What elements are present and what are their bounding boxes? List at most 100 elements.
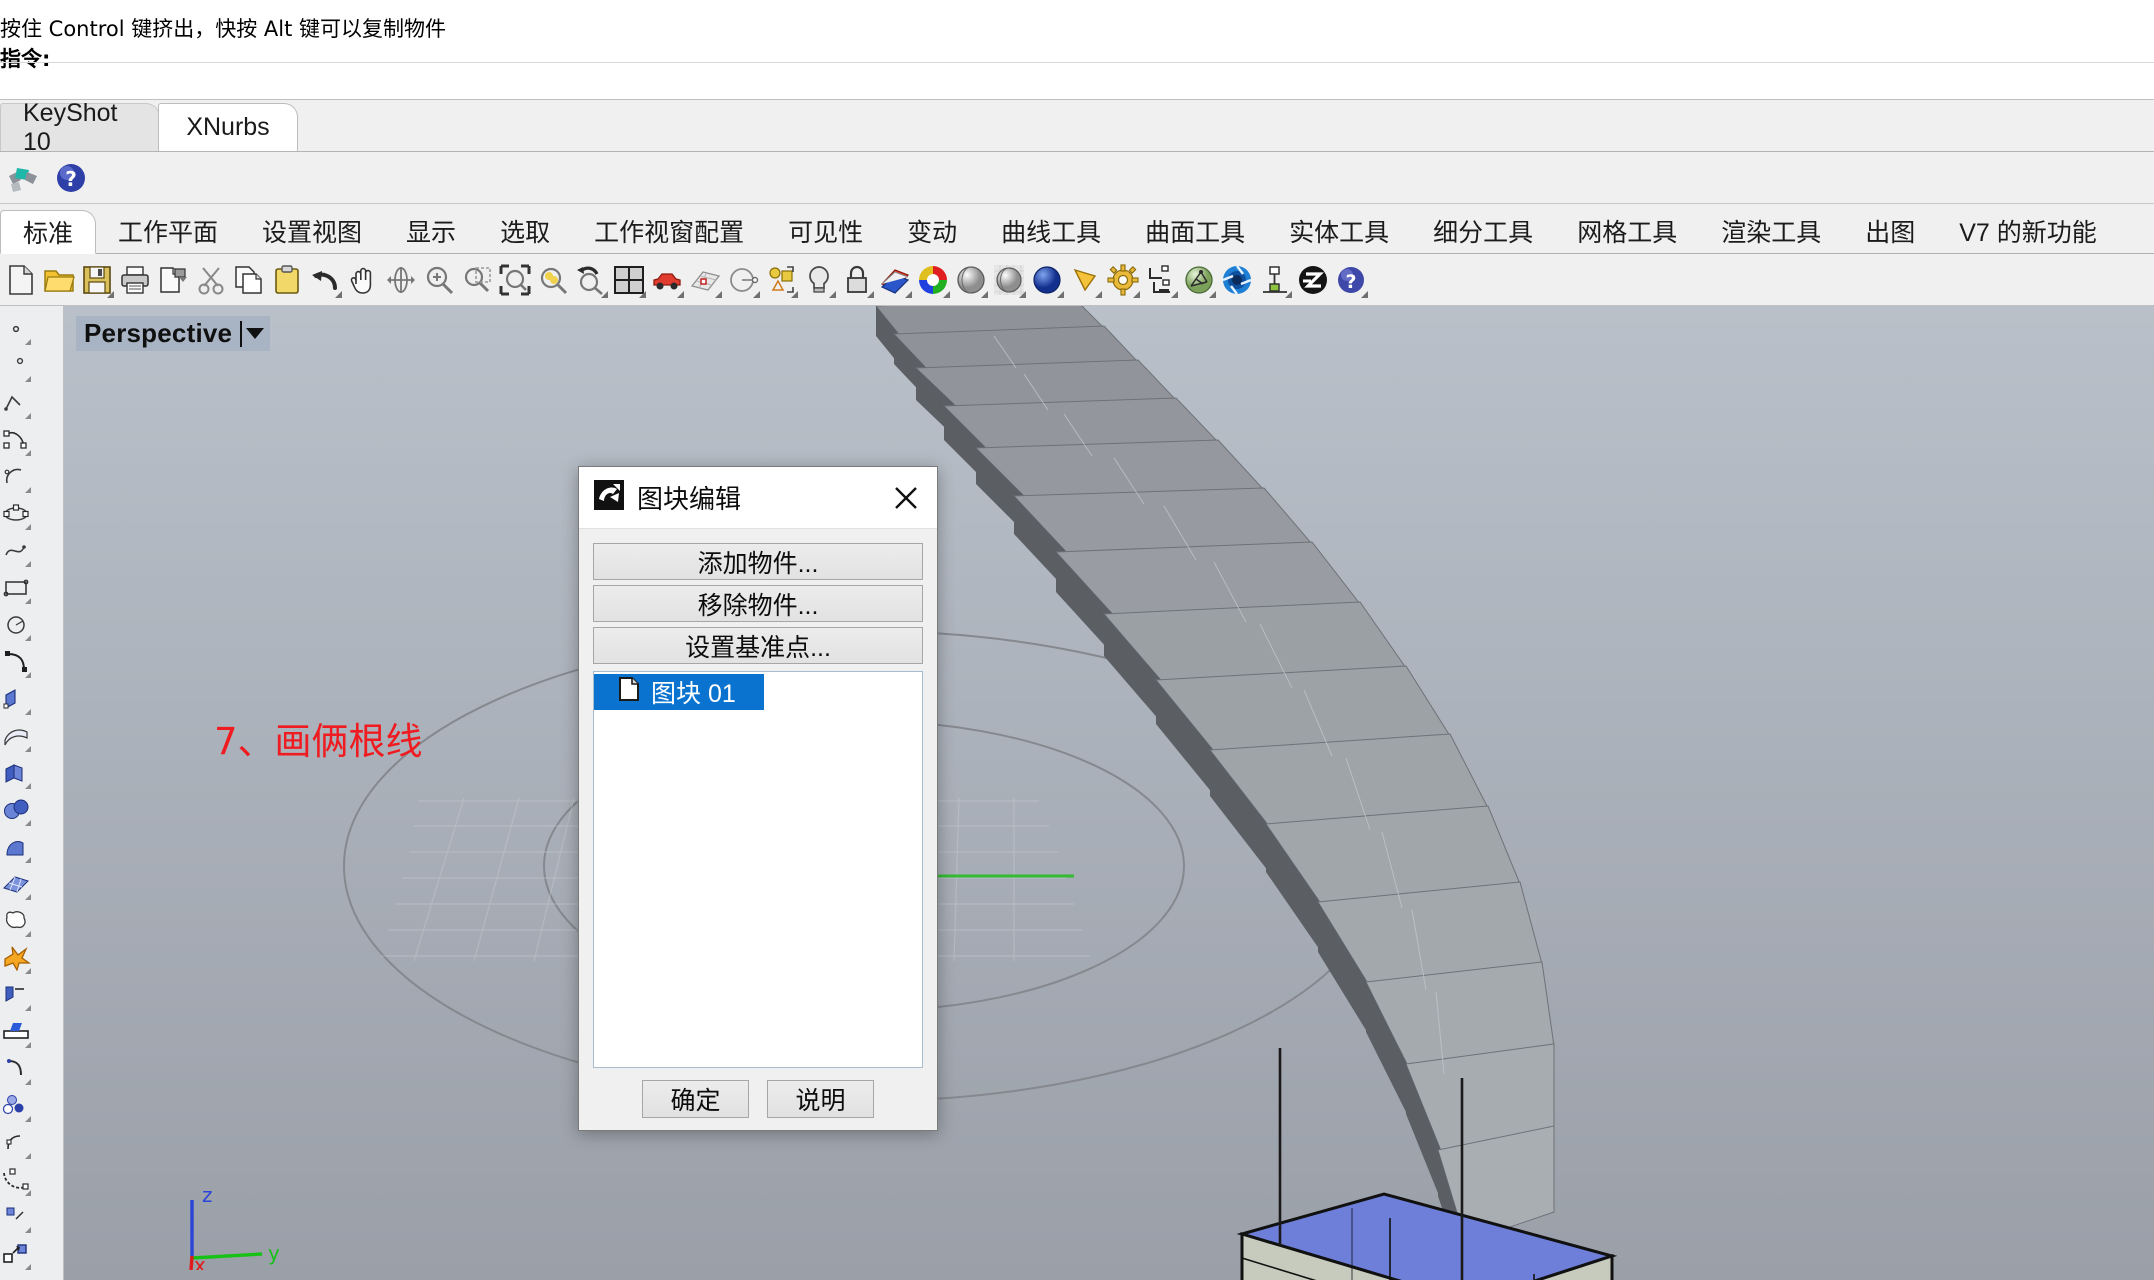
command-prompt-label[interactable]: 指令: [0, 44, 2154, 74]
select-objects-icon[interactable] [762, 260, 800, 300]
zoom-extents-icon[interactable] [496, 260, 534, 300]
explode-icon[interactable] [0, 939, 32, 976]
paste-special-icon[interactable] [154, 260, 192, 300]
save-icon[interactable] [78, 260, 116, 300]
menu-tab-viewport-layout[interactable]: 工作视窗配置 [572, 209, 766, 253]
rotate-view-icon[interactable] [382, 260, 420, 300]
control-point-curve-icon[interactable] [0, 421, 32, 458]
menu-tab-subd-tools[interactable]: 细分工具 [1411, 209, 1555, 253]
copy-icon[interactable] [230, 260, 268, 300]
keyshot-aperture-icon[interactable] [1218, 260, 1256, 300]
lightbulb-layer-icon[interactable] [800, 260, 838, 300]
named-view-car-icon[interactable] [648, 260, 686, 300]
surface-grid-icon[interactable] [0, 865, 32, 902]
add-object-button[interactable]: 添加物件... [593, 543, 923, 580]
menu-tab-setview[interactable]: 设置视图 [240, 209, 384, 253]
help-question-icon[interactable]: ? [1332, 260, 1370, 300]
menu-tab-cplane[interactable]: 工作平面 [96, 209, 240, 253]
conic-curve-icon[interactable] [0, 643, 32, 680]
pan-hand-icon[interactable] [344, 260, 382, 300]
new-file-icon[interactable] [2, 260, 40, 300]
zoom-in-icon[interactable] [420, 260, 458, 300]
menu-tab-display[interactable]: 显示 [384, 209, 478, 253]
xnurbs-tool-icon[interactable] [4, 158, 42, 198]
cplane-icon[interactable] [686, 260, 724, 300]
split-icon[interactable] [0, 1013, 32, 1050]
lock-icon[interactable] [838, 260, 876, 300]
menu-tab-whats-new-v7[interactable]: V7 的新功能 [1937, 209, 2119, 253]
four-viewport-icon[interactable] [610, 260, 648, 300]
viewport-title[interactable]: Perspective [76, 316, 271, 351]
rotate-gizmo-icon[interactable] [724, 260, 762, 300]
arc-center-icon[interactable] [0, 458, 32, 495]
revolve-solid-icon[interactable] [0, 828, 32, 865]
tab-xnurbs[interactable]: XNurbs [158, 103, 298, 151]
dialog-titlebar[interactable]: 图块编辑 [579, 467, 937, 529]
block-list[interactable]: 图块 01 [593, 671, 923, 1068]
ellipse-icon[interactable] [0, 495, 32, 532]
cut-scissors-icon[interactable] [192, 260, 230, 300]
mirror-icon[interactable] [0, 1235, 32, 1272]
add-object-label: 添加物件... [697, 549, 819, 578]
loft-surface-icon[interactable] [0, 717, 32, 754]
menu-tab-mesh-tools[interactable]: 网格工具 [1555, 209, 1699, 253]
set-base-point-button[interactable]: 设置基准点... [593, 627, 923, 664]
paste-clipboard-icon[interactable] [268, 260, 306, 300]
extrude-solid-icon[interactable] [0, 1272, 32, 1280]
menu-tab-transform[interactable]: 变动 [885, 209, 979, 253]
menu-tab-surface-tools[interactable]: 曲面工具 [1123, 209, 1267, 253]
list-item-label: 图块 01 [651, 680, 736, 708]
dimension-icon[interactable] [1142, 260, 1180, 300]
ok-button[interactable]: 确定 [642, 1080, 749, 1118]
curve-interp-icon[interactable] [0, 532, 32, 569]
remove-object-button[interactable]: 移除物件... [593, 585, 923, 622]
close-icon[interactable] [875, 468, 937, 528]
help-icon[interactable]: ? [52, 158, 90, 198]
print-icon[interactable] [116, 260, 154, 300]
color-wheel-icon[interactable] [914, 260, 952, 300]
menu-tab-visibility[interactable]: 可见性 [766, 209, 885, 253]
arctic-sphere-icon[interactable] [1066, 260, 1104, 300]
chevron-down-icon[interactable] [246, 328, 265, 339]
ghosted-sphere-icon[interactable] [1028, 260, 1066, 300]
render-globe-icon[interactable] [1180, 260, 1218, 300]
points-multiple-icon[interactable] [0, 347, 32, 384]
zoom-previous-icon[interactable] [572, 260, 610, 300]
menu-tab-select[interactable]: 选取 [478, 209, 572, 253]
menu-tab-render-tools[interactable]: 渲染工具 [1699, 209, 1843, 253]
perspective-viewport[interactable]: Perspective 7、画俩根线 z y x 图块编辑 添加物件... 移除… [64, 306, 2154, 1280]
menu-tab-solid-tools[interactable]: 实体工具 [1267, 209, 1411, 253]
boolean-union-icon[interactable] [0, 902, 32, 939]
point-icon[interactable] [0, 310, 32, 347]
menu-tab-label: V7 的新功能 [1959, 219, 2097, 247]
menu-tab-drafting[interactable]: 出图 [1843, 209, 1937, 253]
layers-icon[interactable] [876, 260, 914, 300]
help-button[interactable]: 说明 [767, 1080, 874, 1118]
box-solid-icon[interactable] [0, 754, 32, 791]
xnurbs-z-icon[interactable] [1294, 260, 1332, 300]
array-icon[interactable] [0, 1198, 32, 1235]
zoom-window-icon[interactable] [458, 260, 496, 300]
osnap-icon[interactable] [1256, 260, 1294, 300]
polyline-icon[interactable] [0, 384, 32, 421]
list-item[interactable]: 图块 01 [594, 674, 764, 710]
rendered-sphere-icon[interactable] [990, 260, 1028, 300]
sphere-solid-icon[interactable] [0, 791, 32, 828]
fillet-icon[interactable] [0, 1050, 32, 1087]
trim-icon[interactable] [0, 976, 32, 1013]
undo-icon[interactable] [306, 260, 344, 300]
rectangle-icon[interactable] [0, 569, 32, 606]
tab-keyshot10[interactable]: KeyShot 10 [0, 99, 160, 156]
blend-curve-icon[interactable] [0, 1087, 32, 1124]
menu-tab-standard[interactable]: 标准 [0, 210, 97, 254]
join-icon[interactable] [0, 1124, 32, 1161]
offset-icon[interactable] [0, 1161, 32, 1198]
shaded-sphere-icon[interactable] [952, 260, 990, 300]
block-edit-dialog[interactable]: 图块编辑 添加物件... 移除物件... 设置基准点... 图块 01 确定 说… [578, 466, 938, 1131]
open-folder-icon[interactable] [40, 260, 78, 300]
menu-tab-curve-tools[interactable]: 曲线工具 [979, 209, 1123, 253]
zoom-selected-icon[interactable] [534, 260, 572, 300]
gear-options-icon[interactable] [1104, 260, 1142, 300]
extrude-surface-icon[interactable] [0, 680, 32, 717]
circle-icon[interactable] [0, 606, 32, 643]
